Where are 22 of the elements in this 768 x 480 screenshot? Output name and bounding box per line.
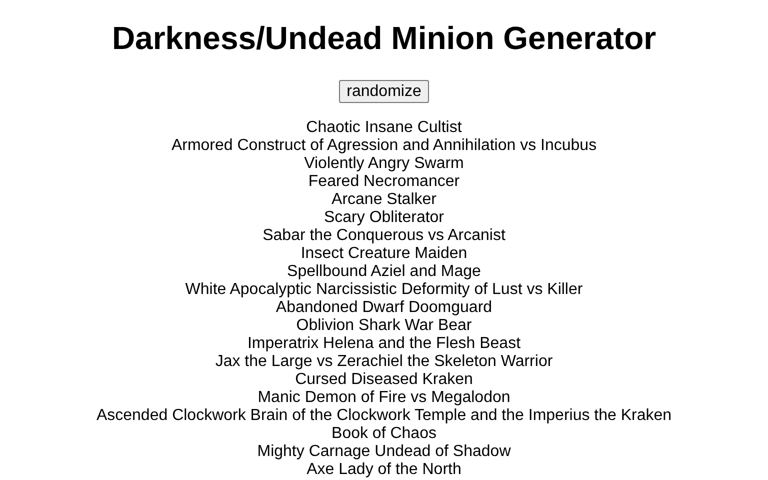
minion-name: Oblivion Shark War Bear [296,317,472,335]
minion-name: Spellbound Aziel and Mage [287,263,481,281]
minion-name: Cursed Diseased Kraken [295,371,473,389]
minion-name: Chaotic Insane Cultist [306,119,462,137]
randomize-button[interactable]: randomize [338,80,430,103]
minion-name: Book of Chaos [332,425,436,443]
minion-name: Mighty Carnage Undead of Shadow [257,443,511,461]
minion-name: Armored Construct of Agression and Annihilation vs Incubus [171,137,597,155]
minion-name: Feared Necromancer [308,173,460,191]
minion-name: Manic Demon of Fire vs Megalodon [258,389,510,407]
minion-name: Arcane Stalker [332,191,436,209]
minion-name: Insect Creature Maiden [300,245,468,263]
minion-name: Violently Angry Swarm [304,155,464,173]
minion-name: Sabar the Conquerous vs Arcanist [262,227,506,245]
minion-name: Scary Obliterator [324,209,444,227]
page-title: Darkness/Undead Minion Generator [112,20,656,57]
minion-name: Ascended Clockwork Brain of the Clockwork Temple and the Imperius the Kraken [96,407,672,425]
minion-name: Imperatrix Helena and the Flesh Beast [247,335,521,353]
minion-name: White Apocalyptic Narcissistic Deformity of Lust vs Killer [185,281,583,299]
minion-name: Jax the Large vs Zerachiel the Skeleton Warrior [215,353,553,371]
minion-name: Abandoned Dwarf Doomguard [276,299,492,317]
minion-name: Axe Lady of the North [306,461,462,479]
